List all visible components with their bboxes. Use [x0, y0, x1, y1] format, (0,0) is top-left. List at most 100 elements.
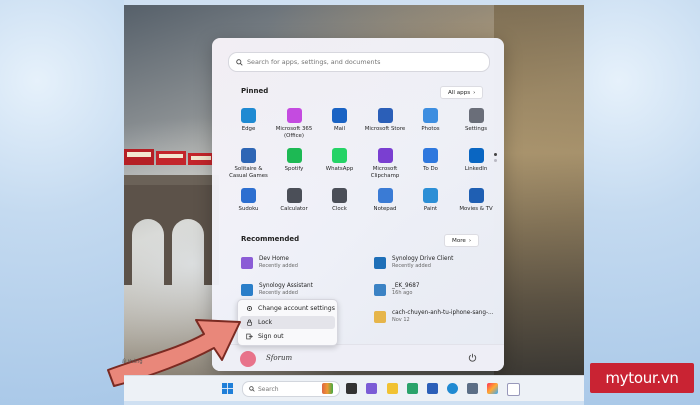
search-icon — [236, 58, 243, 66]
recommended-item[interactable]: cach-chuyen-anh-tu-iphone-sang-... Nov 12 — [374, 310, 493, 323]
pinned-app[interactable]: Movies & TV — [454, 188, 499, 213]
pinned-app[interactable]: Notepad — [363, 188, 408, 213]
wallpaper-viaduct — [124, 175, 219, 285]
pinned-app[interactable]: Microsoft 365 (Office) — [272, 108, 317, 140]
movies-icon — [468, 188, 484, 203]
pinned-app-label: Photos — [421, 126, 440, 132]
pinned-app[interactable]: Microsoft Clipchamp — [363, 148, 408, 180]
recommended-name: _EK_9687 — [392, 283, 420, 289]
menu-item-sign-out[interactable]: Sign out — [240, 330, 335, 343]
widgets-icon[interactable] — [322, 383, 333, 394]
recommended-item[interactable]: Synology Drive Client Recently added — [374, 256, 453, 269]
calculator-icon — [286, 188, 302, 203]
taskbar-search-input[interactable] — [258, 385, 328, 393]
solitaire-icon — [241, 148, 256, 163]
more-button[interactable]: More › — [444, 234, 480, 247]
pinned-app[interactable]: Clock — [317, 188, 362, 213]
folder-icon — [374, 311, 386, 323]
settings-icon — [468, 108, 484, 123]
clock-icon — [332, 188, 347, 203]
recommended-subtitle: Nov 12 — [392, 317, 410, 323]
mytour-watermark: mytour.vn — [590, 363, 694, 393]
browser-taskbar-icon[interactable] — [447, 383, 458, 394]
pinned-app[interactable]: Photos — [408, 108, 453, 133]
todo-icon — [423, 148, 438, 163]
recommended-name: Synology Drive Client — [392, 256, 454, 262]
photos-taskbar-icon[interactable] — [487, 383, 498, 394]
recommended-text: cach-chuyen-anh-tu-iphone-sang-... Nov 12 — [392, 310, 493, 323]
user-name[interactable]: Sforum — [266, 354, 292, 362]
more-label: More — [452, 237, 466, 244]
all-apps-label: All apps — [448, 89, 471, 96]
page-dots[interactable] — [494, 153, 498, 165]
recommended-name: Dev Home — [259, 256, 289, 262]
all-apps-button[interactable]: All apps › — [440, 86, 484, 99]
image-file-icon — [374, 284, 386, 296]
pinned-app[interactable]: Microsoft Store — [363, 108, 408, 133]
edge-taskbar-icon[interactable] — [407, 383, 418, 394]
pinned-app[interactable]: Calculator — [272, 188, 317, 213]
pinned-app[interactable]: Solitaire & Casual Games — [226, 148, 271, 180]
recommended-text: Dev Home Recently added — [259, 256, 298, 269]
pinned-app[interactable]: Paint — [408, 188, 453, 213]
chat-icon[interactable] — [366, 383, 377, 394]
pinned-app[interactable]: Mail — [317, 108, 362, 133]
recommended-subtitle: Recently added — [259, 290, 298, 296]
pinned-app-label: To Do — [423, 166, 438, 172]
pinned-app[interactable]: Settings — [454, 108, 499, 133]
pinned-app[interactable]: Edge — [226, 108, 271, 133]
pinned-app[interactable]: Sudoku — [226, 188, 271, 213]
pinned-app-label: Spotify — [284, 166, 304, 172]
recommended-item[interactable]: Dev Home Recently added — [241, 256, 298, 269]
recommended-text: _EK_9687 16h ago — [392, 283, 420, 296]
page-dot-1[interactable] — [494, 153, 497, 156]
clipchamp-icon — [377, 148, 393, 163]
store-taskbar-icon[interactable] — [427, 383, 438, 394]
pinned-app-label: Microsoft Store — [364, 126, 406, 132]
recommended-subtitle: Recently added — [259, 263, 298, 269]
page-dot-2[interactable] — [494, 159, 497, 162]
recommended-item[interactable]: Synology Assistant Recently added — [241, 283, 313, 296]
whatsapp-icon — [332, 148, 347, 163]
search-input[interactable] — [247, 58, 477, 66]
linkedin-icon — [468, 148, 484, 163]
pinned-app-label: WhatsApp — [325, 166, 354, 172]
pinned-app-label: Edge — [241, 126, 256, 132]
pinned-app[interactable]: Spotify — [272, 148, 317, 173]
task-view-icon[interactable] — [346, 383, 357, 394]
chevron-right-icon: › — [468, 237, 472, 244]
chevron-right-icon: › — [473, 89, 476, 96]
power-icon[interactable] — [468, 353, 477, 362]
recommended-name: cach-chuyen-anh-tu-iphone-sang-... — [392, 310, 494, 316]
menu-item-lock[interactable]: Lock — [240, 316, 335, 329]
pinned-app[interactable]: LinkedIn — [454, 148, 499, 173]
recommended-subtitle: 16h ago — [392, 290, 413, 296]
synology-drive-icon — [374, 257, 386, 269]
pinned-app-label: Sudoku — [238, 206, 259, 212]
menu-item-label: Sign out — [258, 333, 284, 340]
synology-assistant-icon — [241, 284, 253, 296]
file-explorer-icon[interactable] — [387, 383, 398, 394]
windows-start-icon[interactable] — [222, 383, 233, 394]
recommended-item[interactable]: _EK_9687 16h ago — [374, 283, 420, 296]
notepad-icon — [377, 188, 393, 203]
recommended-name: Synology Assistant — [259, 283, 313, 289]
settings-taskbar-icon[interactable] — [467, 383, 478, 394]
start-search-box[interactable] — [228, 52, 490, 72]
pinned-app[interactable]: WhatsApp — [317, 148, 362, 173]
mail-icon — [332, 108, 347, 123]
pinned-app-label: Microsoft Clipchamp — [370, 166, 400, 179]
menu-item-change-account-settings[interactable]: Change account settings — [240, 302, 335, 315]
app-taskbar-icon[interactable] — [507, 383, 520, 396]
brand-text: mytour.vn — [605, 369, 679, 387]
account-context-menu: Change account settings Lock Sign out — [237, 299, 338, 346]
store-icon — [377, 108, 393, 123]
pinned-app-label: Microsoft 365 (Office) — [275, 126, 313, 139]
pinned-app[interactable]: To Do — [408, 148, 453, 173]
photos-icon — [423, 108, 438, 123]
pinned-app-label: Paint — [423, 206, 438, 212]
menu-item-label: Change account settings — [258, 305, 335, 312]
background-text: ẩi thông — [122, 359, 143, 365]
wallpaper-rock — [494, 5, 584, 375]
pinned-app-label: Settings — [464, 126, 488, 132]
